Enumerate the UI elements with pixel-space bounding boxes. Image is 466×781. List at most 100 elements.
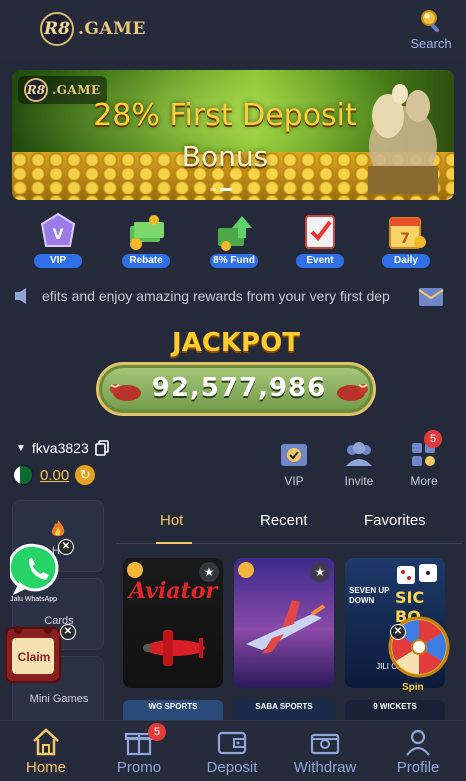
red-plane-icon	[143, 630, 205, 666]
banner-logo-text: .GAME	[52, 83, 101, 97]
game-badge-icon	[127, 562, 143, 578]
dropdown-caret-icon[interactable]: ▼	[16, 443, 26, 454]
quick-link-event[interactable]: Event	[292, 212, 348, 270]
site-logo[interactable]: R8 .GAME	[40, 12, 146, 46]
banner-pagination[interactable]	[210, 188, 232, 191]
profile-icon	[406, 729, 430, 756]
jackpot-counter: 92,577,986	[96, 362, 376, 416]
game-card-aviator[interactable]: ★ Aviator	[123, 558, 223, 688]
search-label: Search	[410, 36, 452, 51]
promo-badge: 5	[148, 723, 166, 741]
refresh-icon[interactable]: ↻	[75, 465, 96, 485]
game-title: Aviator	[129, 578, 217, 604]
game-subtitle: SEVEN UP DOWN	[349, 586, 390, 605]
user-action-label: Invite	[344, 474, 374, 488]
invite-people-icon	[346, 442, 372, 466]
svg-text:V: V	[53, 227, 64, 243]
spin-label: Spin	[402, 682, 424, 693]
banner-headline: 28% First Deposit	[93, 98, 357, 133]
nav-promo[interactable]: 5 Promo	[104, 723, 174, 779]
quick-link-daily[interactable]: 7 Daily	[378, 212, 434, 270]
wallet-icon	[217, 731, 247, 755]
tab-hot[interactable]: Hot	[160, 512, 183, 529]
bull-right-icon	[337, 384, 368, 401]
event-checklist-icon	[305, 215, 335, 249]
username: fkva3823	[31, 440, 89, 456]
home-icon	[33, 728, 59, 756]
jet-plane-image	[246, 600, 326, 654]
active-tab-indicator	[156, 542, 192, 544]
nav-label: Profile	[396, 759, 440, 776]
nav-deposit[interactable]: Deposit	[197, 727, 267, 779]
banner-logo-mark: R8	[24, 78, 48, 102]
logo-mark: R8	[40, 12, 74, 46]
daily-calendar-icon: 7	[389, 217, 426, 249]
quick-link-label: 8% Fund	[210, 254, 258, 268]
banner-subline: Bonus	[181, 140, 269, 173]
bottom-navigation: Home 5 Promo Deposit Withdraw Profile	[0, 720, 466, 781]
close-icon[interactable]: ✕	[60, 624, 76, 640]
quick-link-label: VIP	[34, 254, 82, 268]
user-action-label: VIP	[284, 474, 304, 488]
banner-dot-2[interactable]	[220, 188, 232, 191]
dice-icon	[397, 564, 437, 584]
balance-value[interactable]: 0.00	[40, 467, 69, 484]
quick-link-vip[interactable]: V VIP	[30, 212, 86, 270]
jackpot-panel: JACKPOT 92,577,986	[92, 328, 380, 422]
quick-link-label: Rebate	[122, 254, 170, 268]
claim-label: Claim	[17, 650, 51, 664]
user-action-label: More	[410, 474, 438, 488]
jackpot-value: 92,577,986	[151, 373, 327, 403]
quick-link-label: Event	[296, 254, 344, 268]
vip-shield-icon	[281, 444, 307, 466]
sidebar-item-label: Mini Games	[29, 693, 89, 705]
nav-label: Home	[25, 759, 66, 776]
whatsapp-floating-button[interactable]: Jalu WhatsApp ✕	[7, 539, 80, 608]
banner-dot-1[interactable]	[210, 188, 216, 191]
favorite-star-icon[interactable]: ★	[310, 562, 330, 582]
announcement-marquee[interactable]: efits and enjoy amazing rewards from you…	[0, 282, 466, 310]
fire-icon	[51, 520, 65, 536]
nav-profile[interactable]: Profile	[383, 727, 453, 779]
promo-banner[interactable]: R8 .GAME 28% First Deposit Bonus	[12, 70, 454, 200]
quick-link-rebate[interactable]: Rebate	[118, 212, 174, 270]
vip-gem-icon: V	[40, 212, 76, 247]
tab-favorites[interactable]: Favorites	[364, 512, 426, 529]
currency-flag-icon	[12, 464, 34, 486]
claim-floating-button[interactable]: Claim ✕	[4, 622, 76, 686]
jackpot-title: JACKPOT	[172, 328, 300, 358]
nav-label: Promo	[116, 759, 162, 776]
more-badge: 5	[424, 430, 442, 448]
fund-money-icon	[218, 216, 252, 251]
game-title: 9 WICKETS	[373, 702, 417, 711]
copy-icon[interactable]	[94, 440, 109, 456]
nav-home[interactable]: Home	[11, 727, 81, 779]
user-action-invite[interactable]: Invite	[335, 438, 383, 490]
quick-link-label: Daily	[382, 254, 430, 268]
user-action-vip[interactable]: VIP	[270, 438, 318, 490]
horse-statue-image	[368, 84, 438, 194]
game-card-plane-crash[interactable]: ★	[234, 558, 334, 688]
game-title: WG SPORTS	[148, 702, 198, 711]
close-icon[interactable]: ✕	[390, 624, 406, 640]
nav-withdraw[interactable]: Withdraw	[290, 727, 360, 779]
speaker-icon	[15, 288, 26, 304]
whatsapp-icon	[7, 543, 59, 596]
close-icon[interactable]: ✕	[58, 539, 74, 555]
quick-link-fund[interactable]: 8% Fund	[206, 212, 262, 270]
tab-recent[interactable]: Recent	[260, 512, 308, 529]
search-button[interactable]: Search	[408, 8, 454, 54]
category-sidebar: Ho Cards Mini Games	[12, 500, 106, 728]
withdraw-icon	[310, 733, 340, 755]
nav-label: Withdraw	[293, 759, 357, 776]
user-action-more[interactable]: More 5	[400, 430, 448, 490]
game-badge-icon	[238, 562, 254, 578]
nav-label: Deposit	[206, 759, 258, 776]
svg-text:7: 7	[400, 231, 410, 247]
bull-left-icon	[110, 384, 141, 401]
whatsapp-caption: Jalu WhatsApp	[10, 596, 58, 603]
mail-icon[interactable]	[418, 284, 444, 308]
search-icon	[421, 10, 440, 33]
game-title: SABA SPORTS	[255, 702, 313, 711]
logo-text: .GAME	[78, 19, 146, 39]
